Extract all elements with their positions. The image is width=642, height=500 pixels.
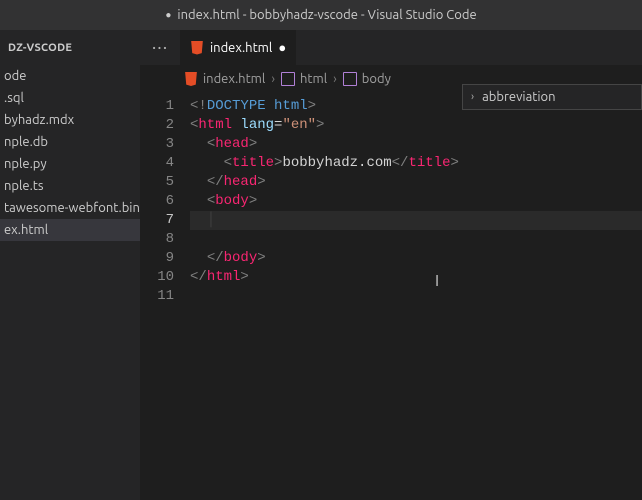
line-number: 3 xyxy=(140,135,174,154)
suggest-label: abbreviation xyxy=(482,90,555,104)
symbol-icon xyxy=(343,72,357,86)
chevron-right-icon: › xyxy=(471,91,474,103)
sidebar-item[interactable]: byhadz.mdx xyxy=(0,109,140,131)
title-dirty-dot: ● xyxy=(165,9,171,21)
line-number: 10 xyxy=(140,268,174,287)
window-title: index.html - bobbyhadz-vscode - Visual S… xyxy=(177,8,476,22)
sidebar-item[interactable]: tawesome-webfont.bin xyxy=(0,197,140,219)
sidebar-item[interactable]: nple.ts xyxy=(0,175,140,197)
tab-dirty-icon: ● xyxy=(278,40,286,55)
tab-bar: ··· index.html ● xyxy=(140,30,642,65)
breadcrumb-separator: › xyxy=(271,72,275,86)
sidebar-item[interactable]: nple.py xyxy=(0,153,140,175)
explorer-sidebar: DZ-VSCODE ode.sqlbyhadz.mdxnple.dbnple.p… xyxy=(0,30,140,500)
tab-overflow-menu[interactable]: ··· xyxy=(140,30,180,65)
breadcrumb-item[interactable]: index.html xyxy=(184,72,265,86)
line-number: 11 xyxy=(140,287,174,306)
explorer-header[interactable]: DZ-VSCODE xyxy=(0,30,140,65)
line-number: 6 xyxy=(140,192,174,211)
line-number: 8 xyxy=(140,230,174,249)
breadcrumb-item[interactable]: html xyxy=(281,72,327,86)
code-content[interactable]: <!DOCTYPE html> <html lang="en"> <head> … xyxy=(190,93,642,500)
line-number: 5 xyxy=(140,173,174,192)
code-editor[interactable]: 1234567891011 <!DOCTYPE html> <html lang… xyxy=(140,93,642,500)
tab-label: index.html xyxy=(210,41,272,55)
breadcrumb-label: html xyxy=(300,72,327,86)
symbol-icon xyxy=(281,72,295,86)
line-number: 9 xyxy=(140,249,174,268)
breadcrumb-label: index.html xyxy=(203,72,265,86)
editor-area: ··· index.html ● index.html › html › body › … xyxy=(140,30,642,500)
breadcrumb-separator: › xyxy=(333,72,337,86)
sidebar-item[interactable]: .sql xyxy=(0,87,140,109)
sidebar-item[interactable]: nple.db xyxy=(0,131,140,153)
html5-icon xyxy=(190,41,204,55)
sidebar-item[interactable]: ex.html xyxy=(0,219,140,241)
suggest-widget[interactable]: › abbreviation xyxy=(462,84,642,110)
breadcrumb-item[interactable]: body xyxy=(343,72,391,86)
line-number: 4 xyxy=(140,154,174,173)
title-bar: ● index.html - bobbyhadz-vscode - Visual… xyxy=(0,0,642,30)
line-number: 1 xyxy=(140,97,174,116)
line-gutter: 1234567891011 xyxy=(140,93,190,500)
breadcrumb-label: body xyxy=(362,72,391,86)
line-number: 2 xyxy=(140,116,174,135)
tab-index-html[interactable]: index.html ● xyxy=(180,30,296,65)
html5-icon xyxy=(184,72,198,86)
sidebar-item[interactable]: ode xyxy=(0,65,140,87)
